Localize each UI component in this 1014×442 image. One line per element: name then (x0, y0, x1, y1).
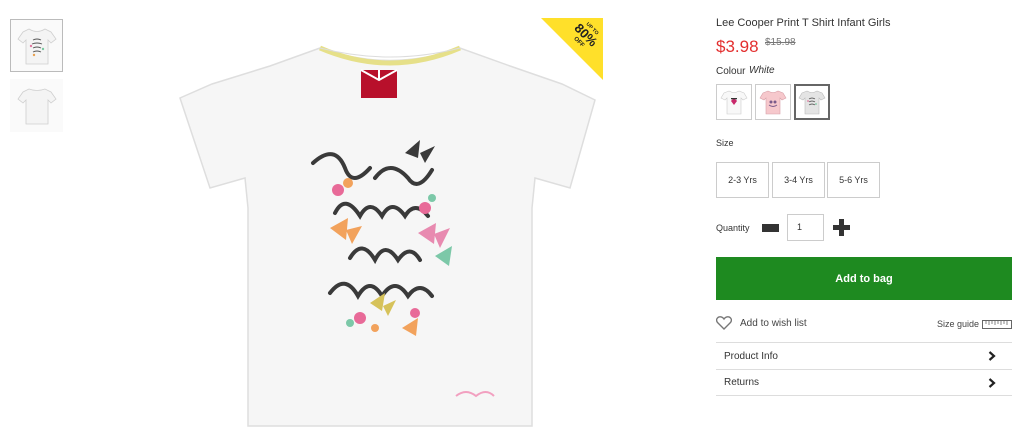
old-price: $15.98 (765, 37, 796, 48)
size-label: Size (716, 138, 734, 148)
colour-swatch-pink[interactable] (755, 84, 791, 120)
quantity-increase-button[interactable] (833, 219, 850, 236)
quantity-input[interactable]: 1 (787, 214, 824, 241)
quantity-decrease-button[interactable] (762, 224, 779, 232)
chevron-right-icon (988, 377, 996, 388)
tshirt-swatch-icon (759, 90, 787, 115)
size-option-5-6-yrs[interactable]: 5-6 Yrs (827, 162, 880, 198)
add-to-bag-button[interactable]: Add to bag (716, 257, 1012, 300)
wishlist-label: Add to wish list (740, 317, 807, 329)
colour-value: White (749, 65, 775, 76)
accordion-product-info[interactable]: Product Info (716, 342, 1012, 369)
add-to-wishlist-link[interactable]: Add to wish list (716, 316, 807, 330)
product-image (179, 45, 596, 427)
quantity-label: Quantity (716, 223, 750, 233)
size-option-3-4-yrs[interactable]: 3-4 Yrs (772, 162, 825, 198)
chevron-right-icon (988, 351, 996, 361)
product-title: Lee Cooper Print T Shirt Infant Girls (716, 17, 891, 29)
accordion-returns[interactable]: Returns (716, 369, 1012, 396)
tshirt-back-thumbnail-icon (16, 88, 57, 124)
size-guide-label: Size guide (936, 319, 979, 329)
tshirt-swatch-icon (798, 90, 826, 115)
tshirt-thumbnail-icon (16, 28, 57, 64)
colour-swatch-white[interactable] (716, 84, 752, 120)
size-option-2-3-yrs[interactable]: 2-3 Yrs (716, 162, 769, 198)
heart-icon (716, 316, 732, 330)
tshirt-swatch-icon (720, 90, 748, 115)
accordion-label: Returns (724, 377, 760, 388)
price: $3.98 (716, 37, 759, 56)
thumbnail-front[interactable] (10, 19, 63, 72)
size-guide-link[interactable]: Size guide (937, 319, 1012, 329)
thumbnail-back[interactable] (10, 79, 63, 132)
product-details-panel: Lee Cooper Print T Shirt Infant Girls $3… (716, 0, 1012, 442)
colour-swatch-grey[interactable] (794, 84, 830, 120)
accordion-label: Product Info (724, 350, 778, 362)
ruler-icon (982, 319, 1012, 329)
colour-label: Colour (716, 66, 746, 77)
sale-badge: UP TO 80% OFF (541, 18, 603, 80)
